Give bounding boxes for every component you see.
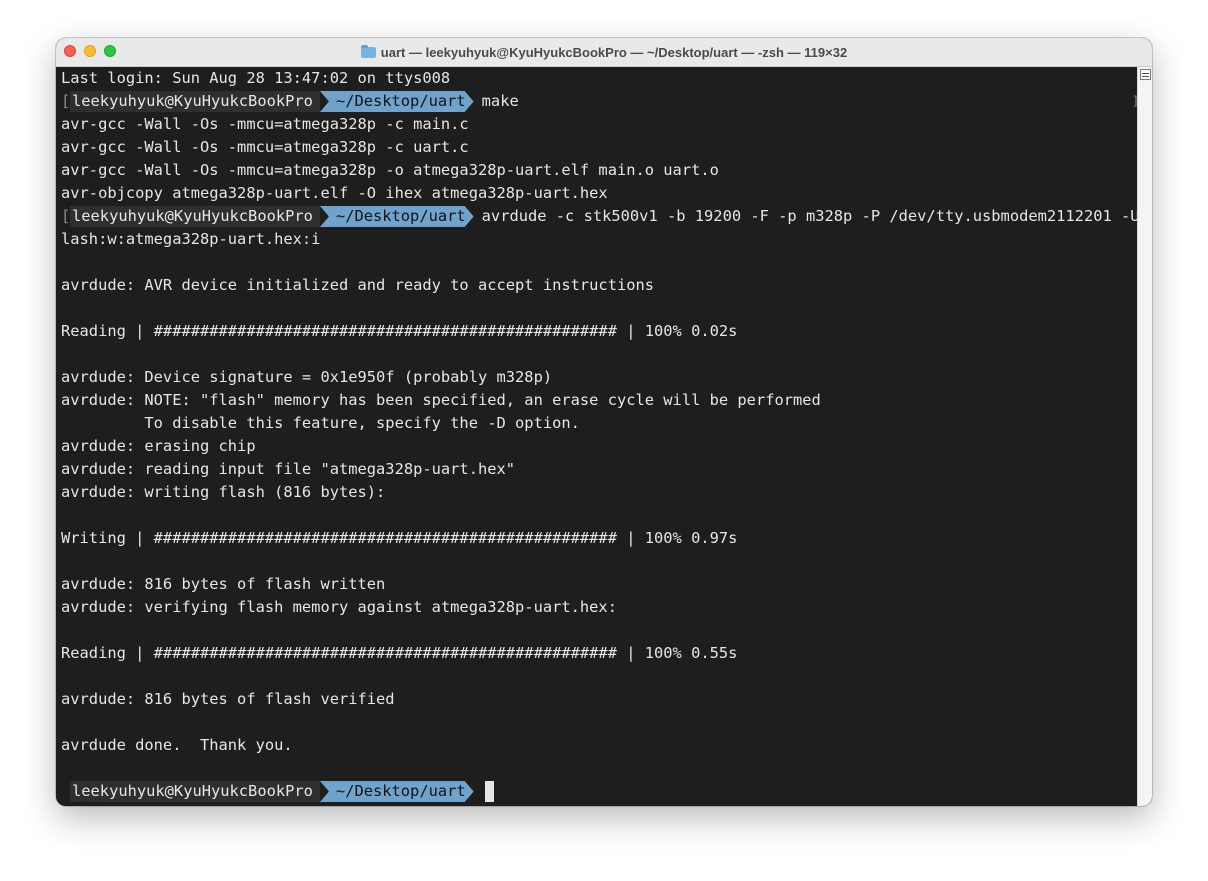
progress-line-reading: Reading | ##############################… (61, 322, 738, 340)
output-line: avr-gcc -Wall -Os -mmcu=atmega328p -o at… (61, 161, 719, 179)
output-line: avrdude: 816 bytes of flash written (61, 575, 386, 593)
output-line: avr-gcc -Wall -Os -mmcu=atmega328p -c ua… (61, 138, 469, 156)
command-make: make (481, 92, 519, 110)
command-avrdude: avrdude -c stk500v1 -b 19200 -F -p m328p… (481, 207, 1149, 225)
title-bar[interactable]: uart — leekyuhyuk@KyuHyukcBookPro — ~/De… (56, 38, 1152, 67)
prompt-line-make: [ leekyuhyuk@KyuHyukcBookPro ~/Desktop/u… (61, 90, 519, 113)
last-login-line: Last login: Sun Aug 28 13:47:02 on ttys0… (61, 69, 451, 87)
output-line: avr-gcc -Wall -Os -mmcu=atmega328p -c ma… (61, 115, 469, 133)
command-avrdude-wrap: lash:w:atmega328p-uart.hex:i (61, 230, 321, 248)
output-line: avrdude: verifying flash memory against … (61, 598, 617, 616)
prompt-bracket: [ (61, 207, 71, 225)
output-line: avrdude: 816 bytes of flash verified (61, 690, 395, 708)
progress-line-verifying: Reading | ##############################… (61, 644, 738, 662)
text-cursor[interactable] (484, 781, 494, 802)
scrollbar-menu-icon[interactable] (1140, 69, 1151, 80)
window-title: uart — leekyuhyuk@KyuHyukcBookPro — ~/De… (380, 44, 848, 60)
terminal-window: uart — leekyuhyuk@KyuHyukcBookPro — ~/De… (56, 38, 1152, 806)
folder-icon (360, 44, 376, 58)
window-title-group: uart — leekyuhyuk@KyuHyukcBookPro — ~/De… (56, 38, 1152, 66)
output-line: avrdude: AVR device initialized and read… (61, 276, 655, 294)
output-line: avrdude: NOTE: "flash" memory has been s… (61, 391, 821, 409)
prompt-spacer (61, 780, 70, 803)
progress-line-writing: Writing | ##############################… (61, 529, 738, 547)
prompt-path: ~/Desktop/uart (320, 91, 474, 112)
output-line: avrdude: writing flash (816 bytes): (61, 483, 386, 501)
prompt-user-host: leekyuhyuk@KyuHyukcBookPro (70, 206, 320, 227)
prompt-path: ~/Desktop/uart (320, 206, 474, 227)
output-line: avr-objcopy atmega328p-uart.elf -O ihex … (61, 184, 608, 202)
prompt-user-host: leekyuhyuk@KyuHyukcBookPro (70, 781, 320, 802)
prompt-bracket: [ (61, 92, 71, 110)
terminal-output[interactable]: Last login: Sun Aug 28 13:47:02 on ttys0… (56, 67, 1149, 806)
output-line: avrdude: reading input file "atmega328p-… (61, 460, 516, 478)
output-line: avrdude done. Thank you. (61, 736, 293, 754)
prompt-path: ~/Desktop/uart (320, 781, 474, 802)
output-line: avrdude: Device signature = 0x1e950f (pr… (61, 368, 553, 386)
output-line: avrdude: erasing chip (61, 437, 256, 455)
output-line: To disable this feature, specify the -D … (61, 414, 580, 432)
prompt-line-avrdude: [ leekyuhyuk@KyuHyukcBookPro ~/Desktop/u… (61, 205, 1149, 228)
vertical-scrollbar[interactable] (1137, 67, 1152, 806)
active-prompt-line[interactable]: leekyuhyuk@KyuHyukcBookPro ~/Desktop/uar… (61, 780, 494, 803)
prompt-user-host: leekyuhyuk@KyuHyukcBookPro (70, 91, 320, 112)
